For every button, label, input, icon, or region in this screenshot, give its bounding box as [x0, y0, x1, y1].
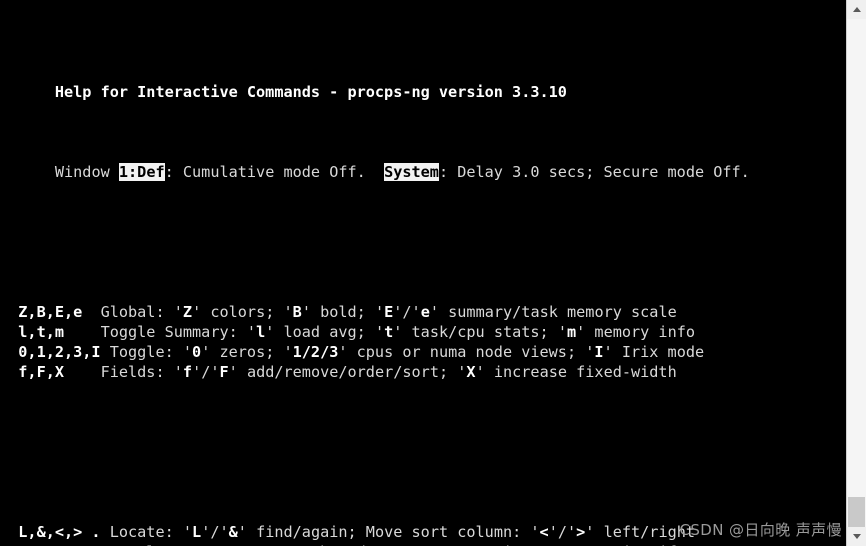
help-command-line: L,&,<,> . Locate: 'L'/'&' find/again; Mo… — [0, 522, 846, 542]
key-glyph: 0 — [192, 343, 202, 361]
help-title: Help for Interactive Commands - procps-n… — [54, 83, 567, 101]
desc-text: ' memory info — [576, 323, 696, 341]
desc-text: ' — [182, 343, 193, 361]
desc-text: ' task/cpu stats; ' — [393, 323, 567, 341]
key-glyph: L — [192, 523, 202, 541]
key-glyph: X — [466, 363, 476, 381]
desc-text: ' summary/task memory scale — [429, 303, 677, 321]
key-glyph: m — [566, 323, 577, 341]
desc-text: ' increase fixed-width — [475, 363, 677, 381]
cumulative-mode-text: : Cumulative mode Off. — [164, 163, 385, 181]
desc-text: ' — [246, 323, 257, 341]
key-glyph: E — [384, 303, 394, 321]
desc-text: '/' — [393, 303, 421, 321]
system-delay-text: : Delay 3.0 secs; Secure mode Off. — [438, 163, 750, 181]
vertical-scrollbar[interactable] — [846, 0, 866, 546]
desc-text: ' cpus or numa node views; ' — [338, 343, 595, 361]
terminal-output[interactable]: Help for Interactive Commands - procps-n… — [0, 0, 846, 546]
desc-text: ' find/again; Move sort column: ' — [237, 523, 540, 541]
command-keys: f,F,X — [0, 363, 101, 381]
key-glyph: l — [256, 323, 266, 341]
help-command-line: 0,1,2,3,I Toggle: '0' zeros; '1/2/3' cpu… — [0, 342, 846, 362]
desc-text: ' zeros; ' — [201, 343, 293, 361]
key-glyph: > — [576, 523, 586, 541]
desc-text: '/' — [201, 523, 229, 541]
key-glyph: < — [539, 523, 549, 541]
desc-text: ' Irix mode — [603, 343, 705, 361]
command-description: Toggle Summary: — [100, 323, 247, 341]
desc-text: ' — [173, 363, 183, 381]
window-name-badge[interactable]: 1:Def — [118, 163, 165, 181]
desc-text: ' — [182, 523, 193, 541]
key-glyph: t — [384, 323, 394, 341]
scroll-up-button[interactable] — [847, 0, 866, 19]
terminal-window: Help for Interactive Commands - procps-n… — [0, 0, 866, 546]
desc-text: '/' — [192, 363, 220, 381]
key-glyph: F — [219, 363, 229, 381]
desc-text: '/' — [548, 523, 577, 541]
help-command-line: l,t,m Toggle Summary: 'l' load avg; 't' … — [0, 322, 846, 342]
desc-text: ' left/right — [585, 523, 696, 541]
chevron-down-icon — [852, 534, 861, 539]
help-command-line: R,H,V,J . Toggle: 'R' Sort; 'H' Threads;… — [0, 542, 846, 546]
global-commands-group: Z,B,E,e Global: 'Z' colors; 'B' bold; 'E… — [0, 302, 846, 382]
help-title-line: Help for Interactive Commands - procps-n… — [0, 62, 846, 101]
key-glyph: B — [292, 303, 302, 321]
command-description: Fields: — [100, 363, 174, 381]
command-keys: L,&,<,> . — [0, 523, 110, 541]
help-command-line: Z,B,E,e Global: 'Z' colors; 'B' bold; 'E… — [0, 302, 846, 322]
scroll-down-button[interactable] — [847, 527, 866, 546]
command-description: Global: — [100, 303, 174, 321]
key-glyph: & — [228, 523, 238, 541]
command-keys: l,t,m — [0, 323, 101, 341]
window-label: Window — [54, 163, 119, 181]
command-description: Locate: — [109, 523, 183, 541]
chevron-up-icon — [852, 7, 861, 12]
window-commands-group: L,&,<,> . Locate: 'L'/'&' find/again; Mo… — [0, 522, 846, 546]
desc-text: ' colors; ' — [192, 303, 293, 321]
help-command-line: f,F,X Fields: 'f'/'F' add/remove/order/s… — [0, 362, 846, 382]
scrollbar-track[interactable] — [847, 19, 866, 542]
key-glyph: e — [420, 303, 430, 321]
key-glyph: 1/2/3 — [292, 343, 339, 361]
command-keys: 0,1,2,3,I — [0, 343, 110, 361]
key-glyph: Z — [182, 303, 193, 321]
desc-text: ' load avg; ' — [265, 323, 385, 341]
window-status-line: Window 1:Def: Cumulative mode Off. Syste… — [0, 142, 846, 181]
desc-text: ' bold; ' — [301, 303, 385, 321]
desc-text: ' — [173, 303, 183, 321]
desc-text: ' add/remove/order/sort; ' — [228, 363, 467, 381]
key-glyph: I — [594, 343, 604, 361]
command-keys: Z,B,E,e — [0, 303, 101, 321]
system-badge[interactable]: System — [384, 163, 439, 181]
command-description: Toggle: — [109, 343, 183, 361]
key-glyph: f — [182, 363, 193, 381]
